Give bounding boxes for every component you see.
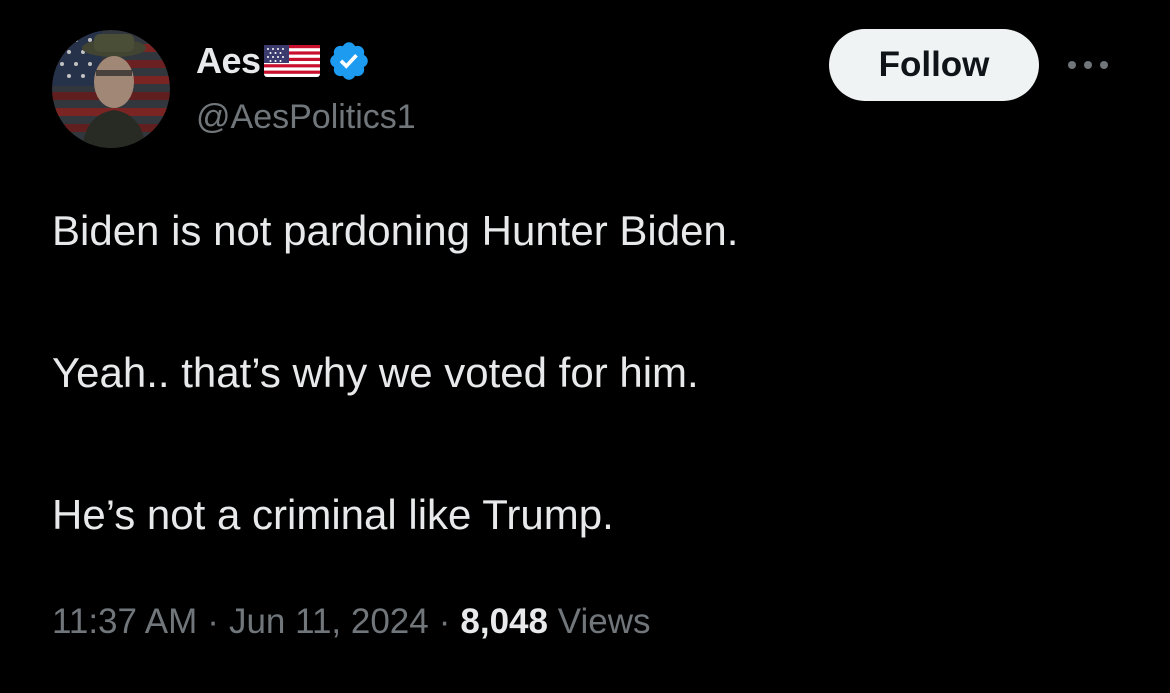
tweet-time[interactable]: 11:37 AM xyxy=(52,602,197,641)
avatar-image xyxy=(52,30,170,148)
author-name-row[interactable]: Aes xyxy=(196,38,371,84)
tweet-date[interactable]: Jun 11, 2024 xyxy=(229,602,429,641)
tweet-card: Aes @AesPolitics1 Follow Biden is not pa… xyxy=(0,0,1170,693)
us-flag-icon xyxy=(263,42,321,80)
verified-badge-icon[interactable] xyxy=(327,39,371,83)
tweet-line: He’s not a criminal like Trump. xyxy=(52,491,614,538)
tweet-meta: 11:37 AM · Jun 11, 2024 · 8,048 Views xyxy=(52,602,650,642)
display-name[interactable]: Aes xyxy=(196,40,261,82)
author-handle[interactable]: @AesPolitics1 xyxy=(196,98,416,137)
views-label: Views xyxy=(557,602,651,641)
tweet-text: Biden is not pardoning Hunter Biden. Yea… xyxy=(52,196,1132,550)
meta-separator: · xyxy=(438,602,451,641)
tweet-line: Biden is not pardoning Hunter Biden. xyxy=(52,207,739,254)
views-count: 8,048 xyxy=(460,602,548,641)
tweet-line: Yeah.. that’s why we voted for him. xyxy=(52,349,699,396)
meta-separator: · xyxy=(207,602,219,641)
avatar[interactable] xyxy=(52,30,170,148)
follow-button[interactable]: Follow xyxy=(829,29,1039,101)
more-options-icon[interactable] xyxy=(1063,52,1113,78)
